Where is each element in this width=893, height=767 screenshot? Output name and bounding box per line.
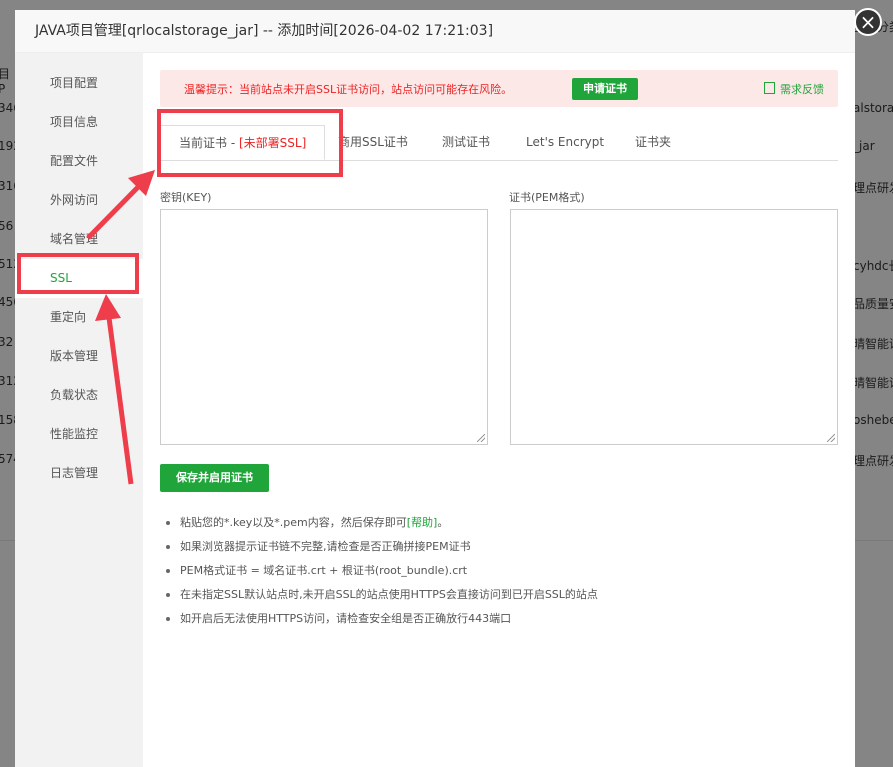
annotation-arrow-line bbox=[105, 309, 134, 485]
annotation-arrow-line bbox=[86, 180, 145, 240]
annotation-arrows bbox=[86, 170, 155, 485]
annotation-arrowhead bbox=[95, 294, 121, 321]
